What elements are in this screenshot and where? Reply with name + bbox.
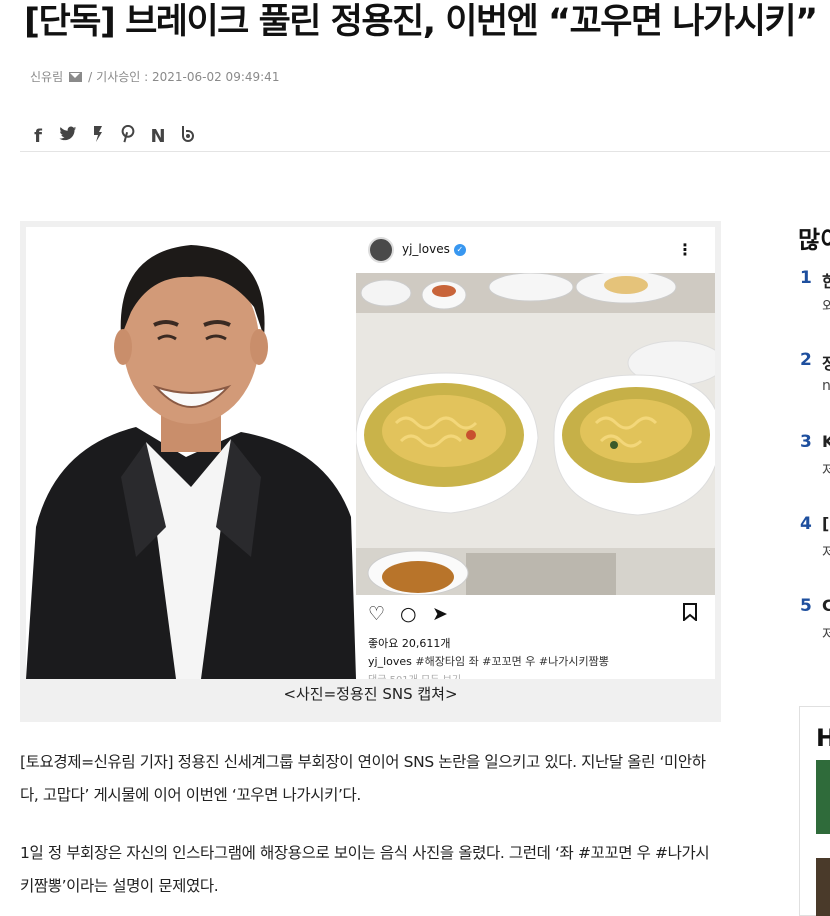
instagram-post: yj_loves ✓ ⋮ ♡ ○ ➤ 좋아요 20,611개 yj_loves …	[356, 227, 715, 679]
avatar[interactable]	[368, 237, 394, 263]
sidebar-thumbnail[interactable]	[816, 760, 830, 834]
caption-username[interactable]: yj_loves	[368, 655, 412, 668]
most-read-item-line2[interactable]: 저	[822, 542, 830, 562]
twitter-icon[interactable]	[58, 126, 78, 147]
sidebar-box-title: H	[816, 724, 830, 752]
article-body: [토요경제=신유림 기자] 정용진 신세계그룹 부회장이 연이어 SNS 논란을…	[20, 746, 720, 916]
more-options-icon[interactable]: ⋮	[677, 240, 693, 259]
view-comments-link[interactable]: 댓글 501개 모두 보기	[368, 671, 461, 679]
likes-count: 좋아요 20,611개	[368, 637, 451, 650]
band-icon[interactable]	[178, 125, 198, 148]
most-read-item-line2[interactable]: 저	[822, 460, 830, 480]
share-icon[interactable]: ➤	[432, 603, 448, 625]
most-read-item[interactable]: C	[822, 596, 830, 615]
rank-number: 4	[800, 514, 812, 534]
naver-icon[interactable]: N	[148, 126, 168, 147]
portrait-image	[26, 227, 356, 679]
article-photo: yj_loves ✓ ⋮ ♡ ○ ➤ 좋아요 20,611개 yj_loves …	[26, 227, 715, 679]
most-read-item-line2[interactable]: n	[822, 378, 830, 394]
byline: 신유림 / 기사승인 : 2021-06-02 09:49:41	[30, 68, 279, 85]
sidebar-thumbnail[interactable]	[816, 858, 830, 916]
article-headline: [단독] 브레이크 풀린 정용진, 이번엔 “꼬우면 나가시키”	[24, 2, 818, 42]
facebook-icon[interactable]: f	[28, 126, 48, 147]
verified-badge-icon: ✓	[453, 243, 466, 256]
article-paragraph: [토요경제=신유림 기자] 정용진 신세계그룹 부회장이 연이어 SNS 논란을…	[20, 753, 706, 804]
figure-caption: <사진=정용진 SNS 캡쳐>	[283, 685, 458, 703]
instagram-actions: ♡ ○ ➤	[366, 603, 706, 627]
pinterest-icon[interactable]	[118, 124, 138, 148]
most-read-item-line2[interactable]: 외	[822, 296, 830, 316]
instagram-header: yj_loves ✓ ⋮	[356, 235, 715, 265]
article-figure: yj_loves ✓ ⋮ ♡ ○ ➤ 좋아요 20,611개 yj_loves …	[20, 221, 721, 722]
most-read-item[interactable]: K	[822, 432, 830, 451]
rank-number: 3	[800, 432, 812, 452]
rank-number: 2	[800, 350, 812, 370]
comment-icon[interactable]: ○	[400, 603, 417, 625]
most-read-item[interactable]: 한	[822, 268, 830, 292]
food-photo	[356, 273, 715, 595]
kakaostory-icon[interactable]	[88, 125, 108, 148]
instagram-caption: yj_loves #해장타임 좌 #꼬꼬면 우 #나가시키짬뽕	[368, 653, 609, 669]
approved-date: 기사승인 : 2021-06-02 09:49:41	[96, 70, 280, 84]
instagram-username[interactable]: yj_loves	[402, 242, 450, 256]
heart-icon[interactable]: ♡	[368, 603, 385, 625]
most-read-item-line2[interactable]: 저	[822, 624, 830, 644]
share-bar: f N	[28, 124, 198, 148]
article-paragraph: 1일 정 부회장은 자신의 인스타그램에 해장용으로 보이는 음식 사진을 올렸…	[20, 844, 710, 895]
most-read-item[interactable]: [	[822, 514, 829, 533]
rank-number: 5	[800, 596, 812, 616]
bookmark-icon[interactable]	[682, 603, 698, 626]
header-divider	[20, 151, 830, 152]
mail-icon[interactable]	[69, 71, 83, 82]
byline-separator: /	[88, 69, 93, 84]
most-read-item[interactable]: 정	[822, 350, 830, 374]
caption-tags: #해장타임 좌 #꼬꼬면 우 #나가시키짬뽕	[415, 655, 609, 668]
most-read-title: 많이	[798, 226, 830, 254]
rank-number: 1	[800, 268, 812, 288]
author-name[interactable]: 신유림	[30, 68, 63, 85]
